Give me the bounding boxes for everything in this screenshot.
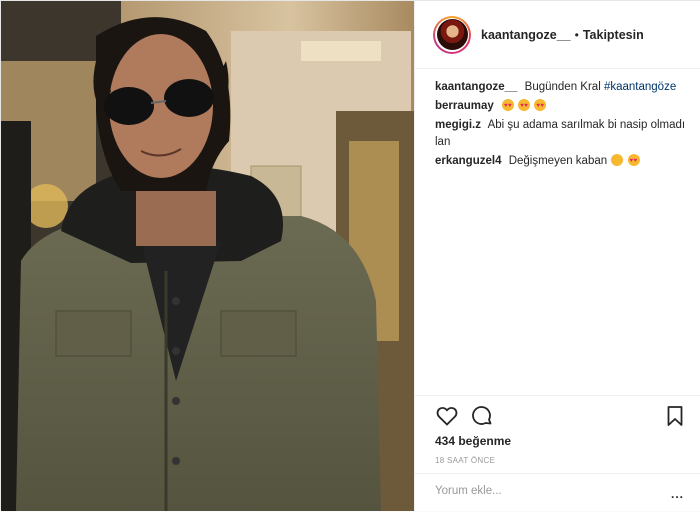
post-timestamp[interactable]: 18 SAAT ÖNCE [435, 456, 495, 465]
post-photo[interactable] [1, 1, 414, 511]
heart-eyes-emoji-icon [518, 98, 531, 115]
heart-eyes-emoji-icon [534, 98, 547, 115]
bookmark-icon[interactable] [663, 404, 687, 428]
post-header: kaantangoze__ • Takiptesin [415, 1, 700, 69]
comment-username[interactable]: erkanguzel4 [435, 155, 501, 167]
avatar[interactable] [433, 15, 471, 54]
comment-text: Değişmeyen kaban [508, 155, 608, 167]
heart-eyes-emoji-icon [502, 98, 515, 115]
comment-icon[interactable] [470, 404, 494, 428]
add-comment-bar: ... [415, 473, 700, 512]
heart-eyes-emoji-icon [627, 153, 640, 170]
comment-input[interactable] [433, 484, 657, 498]
caption-text: Bugünden Kral [524, 81, 601, 93]
caption: kaantangoze__ Bugünden Kral #kaantangöze [435, 79, 693, 96]
heart-icon[interactable] [435, 404, 459, 428]
comment-username[interactable]: berraumay [435, 100, 494, 112]
comment-username[interactable]: megigi.z [435, 119, 481, 131]
action-bar [415, 395, 700, 436]
caption-hashtag[interactable]: #kaantangöze [604, 81, 676, 93]
instagram-post: kaantangoze__ • Takiptesin kaantangoze__… [0, 0, 700, 511]
comment-item: berraumay [435, 98, 693, 115]
comment-item: erkanguzel4 Değişmeyen kaban [435, 153, 693, 170]
kissing-emoji-icon [611, 154, 624, 166]
post-photo-illustration [1, 1, 414, 511]
likes-count[interactable]: 434 beğenme [435, 434, 511, 448]
more-options-icon[interactable]: ... [671, 487, 684, 501]
comment-item: megigi.z Abi şu adama sarılmak bi nasip … [435, 117, 693, 151]
comments-list: kaantangoze__ Bugünden Kral #kaantangöze… [435, 79, 693, 172]
header-separator: • [574, 27, 579, 42]
caption-username[interactable]: kaantangoze__ [435, 81, 517, 93]
post-sidebar: kaantangoze__ • Takiptesin kaantangoze__… [414, 1, 700, 511]
header-username[interactable]: kaantangoze__ [481, 28, 571, 42]
follow-status-button[interactable]: Takiptesin [583, 28, 644, 42]
